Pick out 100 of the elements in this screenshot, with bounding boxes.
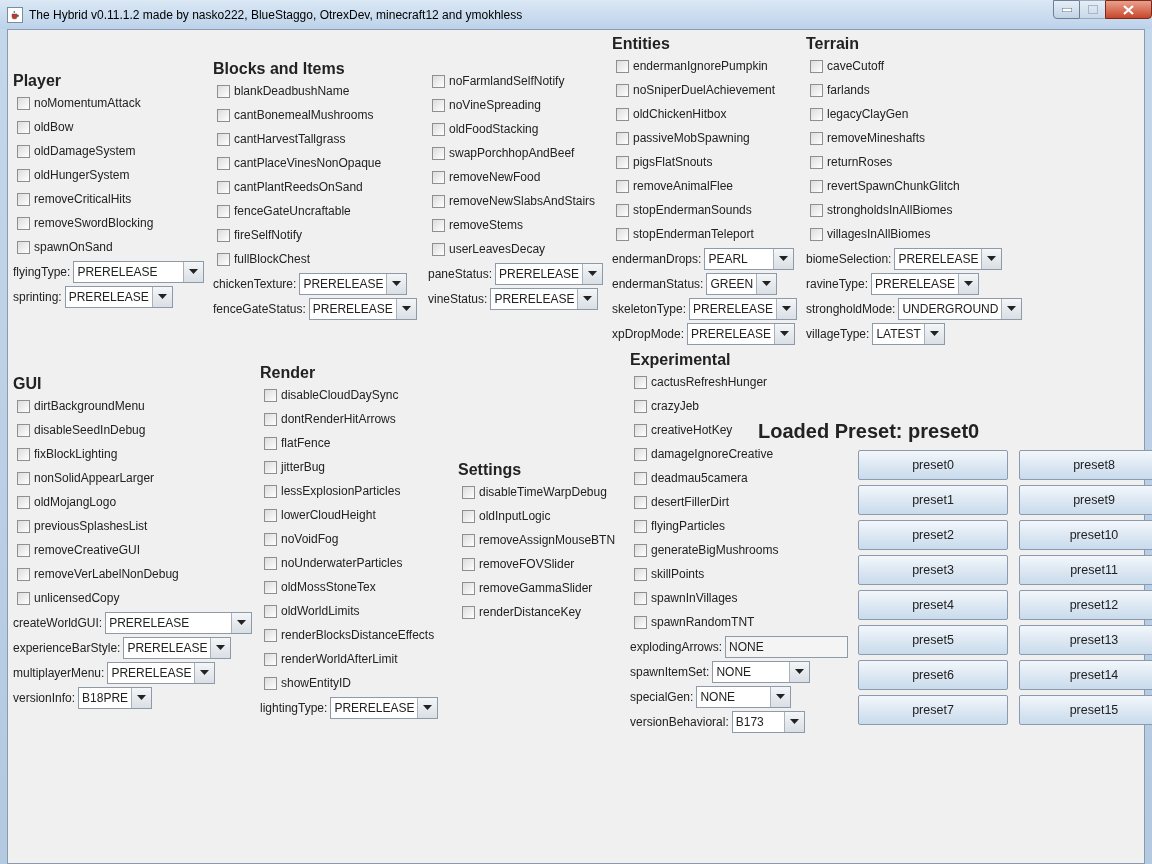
checkbox[interactable]: noSniperDuelAchievement xyxy=(612,78,776,102)
checkbox[interactable]: cactusRefreshHunger xyxy=(630,370,768,394)
checkbox[interactable]: noUnderwaterParticles xyxy=(260,551,403,575)
checkbox[interactable]: spawnInVillages xyxy=(630,586,738,610)
checkbox[interactable]: stopEndermanSounds xyxy=(612,198,752,222)
dropdown[interactable]: PRERELEASE xyxy=(299,272,408,295)
checkbox[interactable]: removeCriticalHits xyxy=(13,187,132,211)
checkbox[interactable]: removeGammaSlider xyxy=(458,576,593,600)
checkbox[interactable]: damageIgnoreCreative xyxy=(630,442,774,466)
dropdown[interactable]: LATEST xyxy=(872,322,945,345)
checkbox[interactable]: flyingParticles xyxy=(630,514,726,538)
preset-button[interactable]: preset15 xyxy=(1019,695,1152,725)
checkbox[interactable]: dontRenderHitArrows xyxy=(260,407,396,431)
checkbox[interactable]: showEntityID xyxy=(260,671,352,695)
preset-button[interactable]: preset2 xyxy=(858,520,1008,550)
checkbox[interactable]: removeNewSlabsAndStairs xyxy=(428,189,596,213)
checkbox[interactable]: disableCloudDaySync xyxy=(260,383,399,407)
preset-button[interactable]: preset12 xyxy=(1019,590,1152,620)
checkbox[interactable]: fenceGateUncraftable xyxy=(213,199,351,223)
checkbox[interactable]: unlicensedCopy xyxy=(13,586,120,610)
checkbox[interactable]: dirtBackgroundMenu xyxy=(13,394,145,418)
checkbox[interactable]: noFarmlandSelfNotify xyxy=(428,69,565,93)
checkbox[interactable]: previousSplashesList xyxy=(13,514,148,538)
close-button[interactable] xyxy=(1105,0,1152,19)
checkbox[interactable]: pigsFlatSnouts xyxy=(612,150,713,174)
preset-button[interactable]: preset6 xyxy=(858,660,1008,690)
preset-button[interactable]: preset1 xyxy=(858,485,1008,515)
checkbox[interactable]: removeStems xyxy=(428,213,524,237)
checkbox[interactable]: cantHarvestTallgrass xyxy=(213,127,346,151)
dropdown[interactable]: NONE xyxy=(696,685,792,708)
text-field[interactable]: NONE xyxy=(725,635,849,658)
checkbox[interactable]: revertSpawnChunkGlitch xyxy=(806,174,960,198)
preset-button[interactable]: preset11 xyxy=(1019,555,1152,585)
checkbox[interactable]: deadmau5camera xyxy=(630,466,748,490)
dropdown[interactable]: PRERELEASE xyxy=(330,696,439,719)
preset-button[interactable]: preset10 xyxy=(1019,520,1152,550)
checkbox[interactable]: fullBlockChest xyxy=(213,247,311,271)
checkbox[interactable]: cantPlaceVinesNonOpaque xyxy=(213,151,382,175)
checkbox[interactable]: nonSolidAppearLarger xyxy=(13,466,155,490)
checkbox[interactable]: disableSeedInDebug xyxy=(13,418,146,442)
preset-button[interactable]: preset7 xyxy=(858,695,1008,725)
checkbox[interactable]: fireSelfNotify xyxy=(213,223,303,247)
checkbox[interactable]: removeMineshafts xyxy=(806,126,926,150)
preset-button[interactable]: preset3 xyxy=(858,555,1008,585)
checkbox[interactable]: returnRoses xyxy=(806,150,893,174)
checkbox[interactable]: farlands xyxy=(806,78,870,102)
checkbox[interactable]: legacyClayGen xyxy=(806,102,909,126)
dropdown[interactable]: PRERELEASE xyxy=(64,285,173,308)
dropdown[interactable]: PRERELEASE xyxy=(123,636,232,659)
checkbox[interactable]: strongholdsInAllBiomes xyxy=(806,198,953,222)
preset-button[interactable]: preset5 xyxy=(858,625,1008,655)
checkbox[interactable]: oldInputLogic xyxy=(458,504,551,528)
dropdown[interactable]: PRERELEASE xyxy=(73,260,205,283)
checkbox[interactable]: removeNewFood xyxy=(428,165,541,189)
checkbox[interactable]: renderDistanceKey xyxy=(458,600,582,624)
dropdown[interactable]: GREEN xyxy=(706,272,778,295)
dropdown[interactable]: PRERELEASE xyxy=(495,262,604,285)
checkbox[interactable]: jitterBug xyxy=(260,455,326,479)
checkbox[interactable]: oldWorldLimits xyxy=(260,599,360,623)
checkbox[interactable]: renderBlocksDistanceEffects xyxy=(260,623,435,647)
minimize-button[interactable] xyxy=(1053,0,1080,19)
checkbox[interactable]: passiveMobSpawning xyxy=(612,126,750,150)
dropdown[interactable]: UNDERGROUND xyxy=(898,297,1023,320)
dropdown[interactable]: B173 xyxy=(731,710,805,733)
checkbox[interactable]: removeAnimalFlee xyxy=(612,174,734,198)
dropdown[interactable]: PRERELEASE xyxy=(687,322,796,345)
checkbox[interactable]: oldFoodStacking xyxy=(428,117,539,141)
dropdown[interactable]: PEARL xyxy=(704,247,795,270)
checkbox[interactable]: crazyJeb xyxy=(630,394,700,418)
dropdown[interactable]: PRERELEASE xyxy=(490,287,599,310)
checkbox[interactable]: flatFence xyxy=(260,431,331,455)
checkbox[interactable]: caveCutoff xyxy=(806,54,885,78)
checkbox[interactable]: lowerCloudHeight xyxy=(260,503,376,527)
dropdown[interactable]: PRERELEASE xyxy=(107,661,216,684)
checkbox[interactable]: noVoidFog xyxy=(260,527,339,551)
checkbox[interactable]: removeCreativeGUI xyxy=(13,538,141,562)
preset-button[interactable]: preset13 xyxy=(1019,625,1152,655)
checkbox[interactable]: endermanIgnorePumpkin xyxy=(612,54,768,78)
checkbox[interactable]: oldBow xyxy=(13,115,74,139)
checkbox[interactable]: removeAssignMouseBTN xyxy=(458,528,616,552)
checkbox[interactable]: cantBonemealMushrooms xyxy=(213,103,374,127)
checkbox[interactable]: stopEndermanTeleport xyxy=(612,222,754,246)
checkbox[interactable]: noVineSpreading xyxy=(428,93,541,117)
checkbox[interactable]: renderWorldAfterLimit xyxy=(260,647,398,671)
dropdown[interactable]: PRERELEASE xyxy=(308,297,417,320)
checkbox[interactable]: removeSwordBlocking xyxy=(13,211,154,235)
checkbox[interactable]: spawnRandomTNT xyxy=(630,610,755,634)
checkbox[interactable]: creativeHotKey xyxy=(630,418,733,442)
checkbox[interactable]: desertFillerDirt xyxy=(630,490,729,514)
checkbox[interactable]: fixBlockLighting xyxy=(13,442,118,466)
dropdown[interactable]: PRERELEASE xyxy=(689,297,798,320)
checkbox[interactable]: disableTimeWarpDebug xyxy=(458,480,607,504)
checkbox[interactable]: userLeavesDecay xyxy=(428,237,546,261)
checkbox[interactable]: spawnOnSand xyxy=(13,235,113,259)
checkbox[interactable]: removeFOVSlider xyxy=(458,552,575,576)
checkbox[interactable]: removeVerLabelNonDebug xyxy=(13,562,179,586)
checkbox[interactable]: oldMojangLogo xyxy=(13,490,117,514)
preset-button[interactable]: preset8 xyxy=(1019,450,1152,480)
preset-button[interactable]: preset14 xyxy=(1019,660,1152,690)
dropdown[interactable]: PRERELEASE xyxy=(894,247,1003,270)
